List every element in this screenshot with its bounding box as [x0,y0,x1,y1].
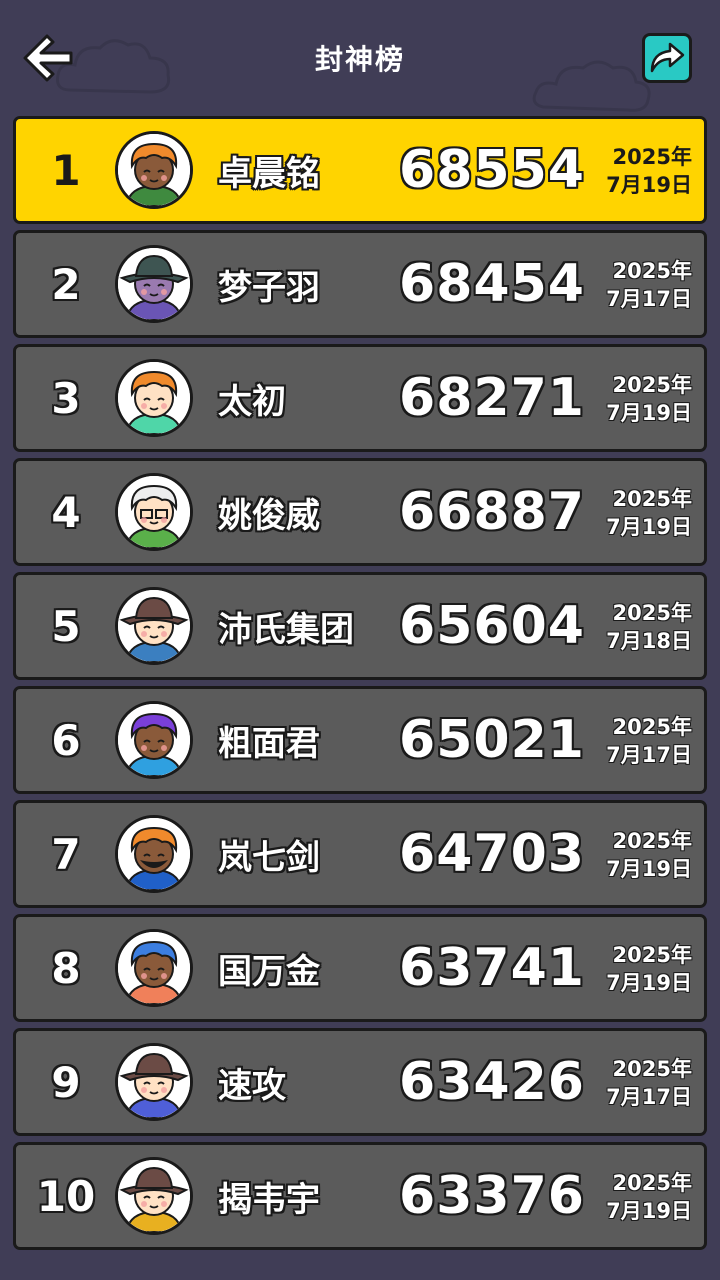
record-date-day: 7月19日 [606,515,692,539]
player-avatar [115,473,193,551]
leaderboard-row[interactable]: 2 梦子羽 68454 2025年 7月17日 [13,230,707,338]
record-date-year: 2025年 [612,1171,692,1195]
player-name: 速攻 [218,1065,286,1106]
share-arrow-icon [650,42,685,73]
player-avatar [115,131,193,209]
record-date-day: 7月19日 [606,173,692,197]
player-score: 65021 [399,710,585,770]
record-date-day: 7月17日 [606,287,692,311]
record-date-year: 2025年 [612,1057,692,1081]
leaderboard-row[interactable]: 3 太初 68271 2025年 7月19日 [13,344,707,452]
player-score: 68454 [399,254,585,314]
player-avatar [115,701,193,779]
player-name: 姚俊威 [218,495,320,536]
leaderboard-row[interactable]: 9 速攻 63426 2025年 7月17日 [13,1028,707,1136]
record-date: 2025年 7月19日 [582,485,692,541]
player-avatar [115,587,193,665]
rank-number: 4 [51,487,81,537]
leaderboard-row[interactable]: 10 揭韦宇 63376 2025年 7月19日 [13,1142,707,1250]
record-date-day: 7月19日 [606,857,692,881]
share-button[interactable] [642,33,692,83]
player-name: 岚七剑 [218,837,320,878]
record-date-day: 7月18日 [606,629,692,653]
record-date: 2025年 7月19日 [582,143,692,199]
record-date: 2025年 7月17日 [582,713,692,769]
leaderboard-row[interactable]: 4 姚俊威 66887 2025年 7月19日 [13,458,707,566]
leaderboard-row[interactable]: 8 国万金 63741 2025年 7月19日 [13,914,707,1022]
rank-number: 6 [51,715,81,765]
leaderboard-list: 1 卓晨铭 68554 2025年 7月19日 2 梦子羽 68454 2025年 7月17日 3 太… [13,116,707,1256]
player-avatar [115,245,193,323]
record-date-year: 2025年 [612,943,692,967]
player-score: 63426 [399,1052,585,1112]
record-date: 2025年 7月19日 [582,941,692,997]
record-date-day: 7月17日 [606,743,692,767]
page-title: 封神榜 [314,43,405,76]
record-date: 2025年 7月18日 [582,599,692,655]
leaderboard-row[interactable]: 7 岚七剑 64703 2025年 7月19日 [13,800,707,908]
rank-number: 10 [36,1171,96,1221]
player-score: 63741 [399,938,585,998]
leaderboard-row[interactable]: 1 卓晨铭 68554 2025年 7月19日 [13,116,707,224]
record-date: 2025年 7月19日 [582,827,692,883]
player-score: 68271 [399,368,585,428]
player-score: 63376 [399,1166,585,1226]
player-name: 揭韦宇 [218,1179,320,1220]
player-avatar [115,1043,193,1121]
player-name: 沛氏集团 [218,609,354,650]
player-name: 卓晨铭 [218,153,320,194]
record-date-year: 2025年 [612,373,692,397]
record-date-day: 7月19日 [606,401,692,425]
record-date-year: 2025年 [612,601,692,625]
player-score: 65604 [399,596,585,656]
player-score: 64703 [399,824,585,884]
leaderboard-row[interactable]: 5 沛氏集团 65604 2025年 7月18日 [13,572,707,680]
record-date: 2025年 7月17日 [582,257,692,313]
rank-number: 9 [51,1057,81,1107]
rank-number: 5 [51,601,81,651]
record-date: 2025年 7月19日 [582,1169,692,1225]
rank-number: 2 [51,259,81,309]
record-date: 2025年 7月19日 [582,371,692,427]
record-date-year: 2025年 [612,145,692,169]
player-score: 66887 [399,482,585,542]
player-avatar [115,929,193,1007]
record-date-day: 7月17日 [606,1085,692,1109]
player-score: 68554 [399,140,585,200]
header-bar: 封神榜 [0,0,720,116]
player-name: 梦子羽 [218,267,320,308]
player-name: 国万金 [218,951,320,992]
record-date-year: 2025年 [612,829,692,853]
record-date-year: 2025年 [612,715,692,739]
player-avatar [115,359,193,437]
rank-number: 8 [51,943,81,993]
player-avatar [115,815,193,893]
record-date-day: 7月19日 [606,971,692,995]
record-date-year: 2025年 [612,259,692,283]
rank-number: 3 [51,373,81,423]
record-date-day: 7月19日 [606,1199,692,1223]
rank-number: 1 [51,145,81,195]
record-date-year: 2025年 [612,487,692,511]
player-avatar [115,1157,193,1235]
record-date: 2025年 7月17日 [582,1055,692,1111]
player-name: 粗面君 [218,723,320,764]
leaderboard-row[interactable]: 6 粗面君 65021 2025年 7月17日 [13,686,707,794]
rank-number: 7 [51,829,81,879]
player-name: 太初 [218,381,286,422]
